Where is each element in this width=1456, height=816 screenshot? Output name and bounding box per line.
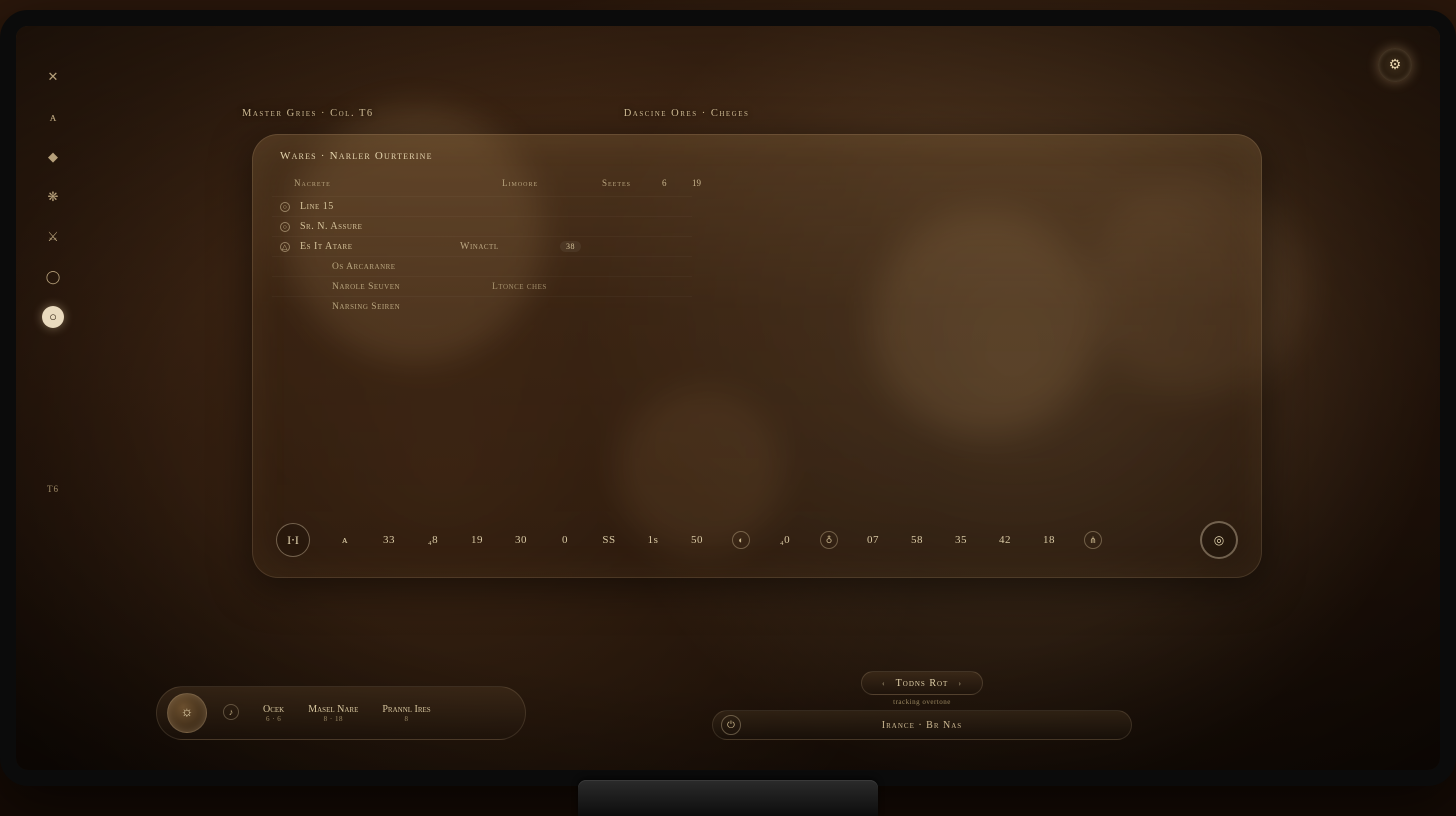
row-tag: 38 bbox=[560, 241, 581, 252]
section-headers: Master Gries · Col. T6 Dascine Ores · Ch… bbox=[242, 108, 749, 119]
dock-item-prannl[interactable]: Prannl Ires 8 bbox=[374, 704, 438, 723]
row-name: Line 15 bbox=[300, 201, 450, 212]
list-row[interactable]: Os Arcaranre bbox=[272, 256, 692, 276]
sidebar-icon-diamond[interactable]: ◆ bbox=[42, 146, 64, 168]
readout-value: ₄0 bbox=[776, 534, 794, 546]
wares-listing: ○ Line 15 ○ Sr. N. Assure △ Es It Atare … bbox=[272, 196, 692, 316]
mode-selector-label: Todns Rot bbox=[896, 678, 949, 689]
panel-sub-b: Limoore bbox=[502, 178, 538, 188]
monitor-stand bbox=[578, 780, 878, 816]
sidebar-icon-crossed[interactable]: ⚔ bbox=[42, 226, 64, 248]
dock-item-sub: 8 bbox=[405, 715, 409, 723]
dock-left-tray: ☼ ♪ Ocek 6 · 6 Masel Nare 8 · 18 Prannl … bbox=[156, 686, 526, 740]
list-row[interactable]: Narole Seuven Ltonce ches bbox=[272, 276, 692, 296]
readout-value: 1s bbox=[644, 534, 662, 546]
row-name: Os Arcaranre bbox=[332, 262, 482, 272]
row-bullet-icon: ○ bbox=[280, 202, 290, 212]
chevron-right-icon: › bbox=[958, 679, 962, 688]
row-bullet-icon: △ bbox=[280, 242, 290, 252]
readout-value: 58 bbox=[908, 534, 926, 546]
screen: ✕ ᴀ ◆ ❋ ⚔ ◯ ○ T6 ⚙ Master Gries · Col. T… bbox=[16, 26, 1440, 770]
readout-right-button[interactable]: ◎ bbox=[1200, 521, 1238, 559]
panel-title: Wares · Narler Ourterine bbox=[280, 150, 433, 162]
sidebar: ✕ ᴀ ◆ ❋ ⚔ ◯ ○ T6 bbox=[28, 66, 78, 494]
readout-value: 35 bbox=[952, 534, 970, 546]
readout-glyph-icon: ◐ bbox=[732, 531, 750, 549]
dock-item-label: Masel Nare bbox=[308, 704, 358, 715]
header-left: Master Gries · Col. T6 bbox=[242, 108, 374, 119]
row-name: Sr. N. Assure bbox=[300, 221, 450, 232]
mode-selector[interactable]: ‹ Todns Rot › bbox=[861, 671, 983, 695]
bottom-dock: ☼ ♪ Ocek 6 · 6 Masel Nare 8 · 18 Prannl … bbox=[156, 660, 1300, 740]
list-row[interactable]: Narsing Seiren bbox=[272, 296, 692, 316]
dock-item-label: Ocek bbox=[263, 704, 284, 715]
list-row[interactable]: △ Es It Atare Winactl 38 bbox=[272, 236, 692, 256]
row-name: Narole Seuven bbox=[332, 282, 482, 292]
corner-settings-badge[interactable]: ⚙ bbox=[1378, 48, 1412, 82]
readout-value: 07 bbox=[864, 534, 882, 546]
search-bar[interactable]: ⏻ Irance · Br Nas bbox=[712, 710, 1132, 740]
dock-power-button[interactable]: ☼ bbox=[167, 693, 207, 733]
readout-value: 0 bbox=[556, 534, 574, 546]
panel-sub-a: Nacrete bbox=[294, 178, 331, 188]
dock-item-sub: 8 · 18 bbox=[324, 715, 343, 723]
dock-item-ocek[interactable]: Ocek 6 · 6 bbox=[255, 704, 292, 723]
list-row[interactable]: ○ Sr. N. Assure bbox=[272, 216, 692, 236]
power-icon[interactable]: ⏻ bbox=[721, 715, 741, 735]
row-bullet-icon: ○ bbox=[280, 222, 290, 232]
readout-glyph-icon: ♁ bbox=[820, 531, 838, 549]
dock-item-music[interactable]: ♪ bbox=[215, 704, 247, 723]
row-col2: Winactl bbox=[460, 241, 550, 252]
panel-val-c: 19 bbox=[692, 178, 701, 188]
sidebar-icon-active[interactable]: ○ bbox=[42, 306, 64, 328]
main-panel: Wares · Narler Ourterine Nacrete Limoore… bbox=[252, 134, 1262, 578]
sidebar-icon-spark[interactable]: ❋ bbox=[42, 186, 64, 208]
bezel: ✕ ᴀ ◆ ❋ ⚔ ◯ ○ T6 ⚙ Master Gries · Col. T… bbox=[0, 10, 1456, 786]
readout-strip: I⋅I ᴀ 33 ₄8 19 30 0 SS 1s 50 ◐ ₄0 ♁ 07 5… bbox=[266, 516, 1248, 564]
readout-value: 42 bbox=[996, 534, 1014, 546]
readout-value: 19 bbox=[468, 534, 486, 546]
sidebar-icon-ring[interactable]: ◯ bbox=[42, 266, 64, 288]
list-row[interactable]: ○ Line 15 bbox=[272, 196, 692, 216]
readout-value: ᴀ bbox=[336, 534, 354, 546]
chevron-left-icon: ‹ bbox=[882, 679, 886, 688]
mode-selector-sub: tracking overtone bbox=[893, 698, 951, 706]
panel-sub-c: Seetes bbox=[602, 178, 631, 188]
dock-item-sub: 6 · 6 bbox=[266, 715, 281, 723]
readout-value: SS bbox=[600, 534, 618, 546]
music-icon: ♪ bbox=[223, 704, 239, 720]
header-right: Dascine Ores · Cheges bbox=[624, 108, 750, 119]
readout-value: 18 bbox=[1040, 534, 1058, 546]
sidebar-icon-close[interactable]: ✕ bbox=[42, 66, 64, 88]
row-col2: Ltonce ches bbox=[492, 282, 582, 292]
sidebar-footer-label: T6 bbox=[47, 484, 59, 494]
readout-left-button[interactable]: I⋅I bbox=[276, 523, 310, 557]
dock-item-masel[interactable]: Masel Nare 8 · 18 bbox=[300, 704, 366, 723]
panel-val-b: 6 bbox=[662, 178, 667, 188]
readout-glyph-icon: ⋔ bbox=[1084, 531, 1102, 549]
dock-center: ‹ Todns Rot › tracking overtone ⏻ Irance… bbox=[544, 671, 1300, 740]
readout-value: 33 bbox=[380, 534, 398, 546]
readout-value: 30 bbox=[512, 534, 530, 546]
row-name: Es It Atare bbox=[300, 241, 450, 252]
dock-item-label: Prannl Ires bbox=[382, 704, 430, 715]
sidebar-icon-text[interactable]: ᴀ bbox=[42, 106, 64, 128]
readout-value: ₄8 bbox=[424, 534, 442, 546]
row-name: Narsing Seiren bbox=[332, 302, 482, 312]
search-label: Irance · Br Nas bbox=[751, 720, 1093, 731]
monitor-frame: ✕ ᴀ ◆ ❋ ⚔ ◯ ○ T6 ⚙ Master Gries · Col. T… bbox=[0, 0, 1456, 816]
readout-value: 50 bbox=[688, 534, 706, 546]
